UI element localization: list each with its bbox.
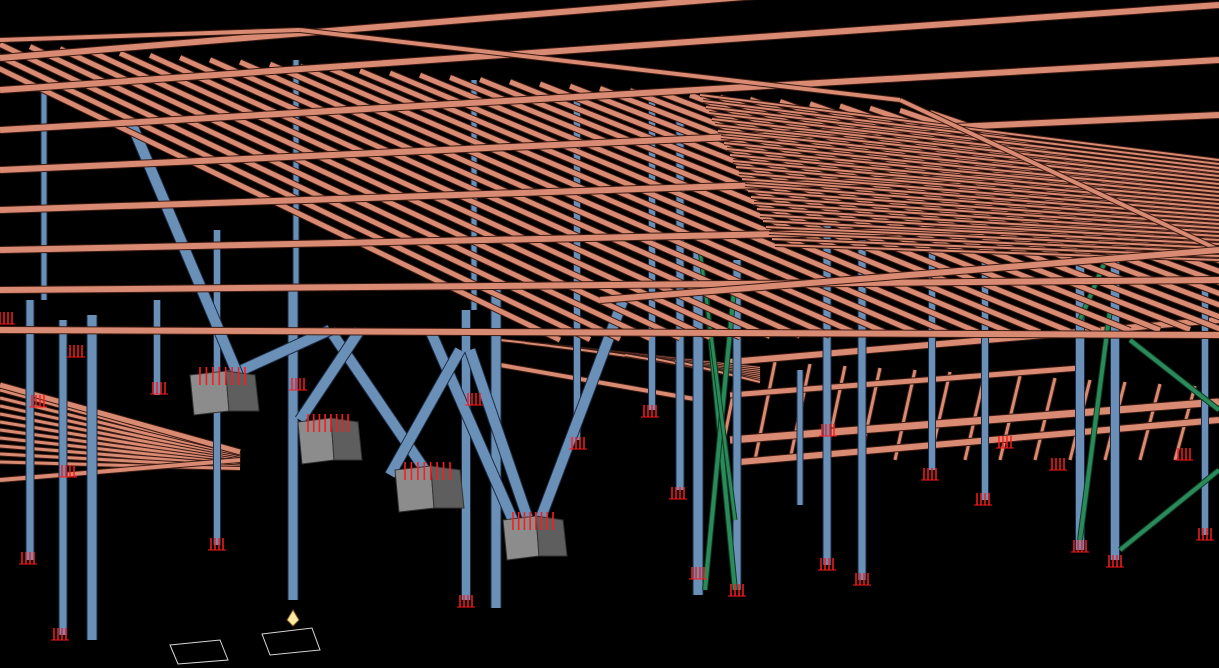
footing-face	[297, 417, 335, 465]
pad-footing	[502, 512, 568, 561]
column	[858, 240, 866, 580]
column	[41, 90, 47, 300]
structural-3d-viewport[interactable]	[0, 0, 1219, 668]
footing-face	[189, 370, 230, 416]
column	[797, 370, 803, 505]
footing-side	[430, 465, 465, 509]
footing-side	[535, 515, 568, 557]
column	[26, 300, 34, 560]
column	[154, 300, 160, 395]
pad-footing	[297, 414, 363, 465]
column	[1111, 260, 1119, 560]
footing-face	[394, 465, 435, 513]
column	[823, 225, 831, 565]
pad-footing	[189, 367, 260, 416]
footing-face	[502, 515, 540, 561]
structural-model-scene[interactable]	[0, 0, 1219, 668]
column	[87, 315, 97, 640]
footing-side	[330, 417, 363, 461]
pad-footing	[394, 462, 465, 513]
footing-side	[225, 370, 260, 412]
column	[288, 290, 298, 600]
